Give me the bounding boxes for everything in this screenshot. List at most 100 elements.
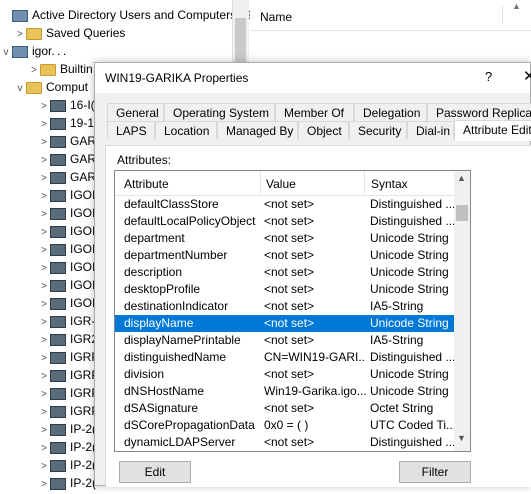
help-button[interactable]: ? xyxy=(485,69,492,84)
table-row[interactable]: displayName <not set> Unicode String xyxy=(115,315,455,332)
computer-icon xyxy=(50,369,66,382)
scroll-down-icon[interactable]: ▼ xyxy=(457,433,466,443)
cell-value: <not set> xyxy=(264,316,315,330)
tree-item[interactable]: v igor. . . xyxy=(0,42,67,62)
chevron-down-icon[interactable]: v xyxy=(0,44,12,62)
cell-attribute: displayNamePrintable xyxy=(124,333,241,347)
table-row[interactable]: displayNamePrintable <not set> IA5-String xyxy=(115,332,455,349)
tree-item[interactable]: >16-I( xyxy=(38,96,95,114)
tree-item-label: Builtin xyxy=(60,62,93,76)
tree-item[interactable]: >19-1 xyxy=(38,114,94,132)
tab-general[interactable]: General xyxy=(107,103,164,121)
attributes-list-scrollbar[interactable]: ▲ ▼ xyxy=(454,171,470,451)
tree-item[interactable]: > IGOI xyxy=(38,258,95,276)
column-header-attribute[interactable]: Attribute xyxy=(124,177,169,191)
tab-dial-in[interactable]: Dial-in xyxy=(407,121,454,139)
tree-item[interactable]: > GAR xyxy=(38,168,96,186)
table-row[interactable]: desktopProfile <not set> Unicode String xyxy=(115,281,455,298)
cell-attribute: division xyxy=(124,367,165,381)
tree-item[interactable]: > IGOI xyxy=(38,204,95,222)
scroll-up-icon[interactable]: ▲ xyxy=(457,173,466,183)
table-row[interactable]: dynamicLDAPServer <not set> Distinguished … xyxy=(115,434,455,451)
tree-item[interactable]: > IGOI xyxy=(38,222,95,240)
tree-item[interactable]: v Comput xyxy=(14,78,89,98)
tab-laps[interactable]: LAPS xyxy=(107,121,155,139)
computer-icon xyxy=(50,135,66,148)
tab-object[interactable]: Object xyxy=(298,121,349,139)
computer-icon xyxy=(50,261,66,274)
cell-value: <not set> xyxy=(264,214,315,228)
tree-item[interactable]: > Saved Queries xyxy=(14,24,125,42)
tree-item-label: GAR xyxy=(70,134,97,148)
table-row[interactable]: dSCorePropagationData 0x0 = ( ) UTC Coded … xyxy=(115,417,455,434)
table-row[interactable]: dNSHostName Win19-Garika.igo... Unicode St… xyxy=(115,383,455,400)
chevron-right-icon[interactable]: > xyxy=(38,476,50,494)
tab-location[interactable]: Location xyxy=(155,121,217,139)
close-button[interactable]: ✕ xyxy=(523,67,531,85)
tree-item[interactable]: > IGRP xyxy=(38,384,99,402)
table-row[interactable]: departmentNumber <not set> Unicode String xyxy=(115,247,455,264)
tree-item[interactable]: > Builtin xyxy=(28,60,93,78)
column-divider[interactable] xyxy=(502,6,503,24)
tree-item[interactable]: > IGRP xyxy=(38,366,99,384)
column-divider[interactable] xyxy=(260,171,261,195)
tree-item[interactable]: > IP-2( xyxy=(38,456,96,474)
tab-delegation[interactable]: Delegation xyxy=(354,103,427,121)
cell-value: <not set> xyxy=(264,248,315,262)
tree-item[interactable]: > IGR2 xyxy=(38,330,98,348)
tree-item[interactable]: > IGRP xyxy=(38,402,99,420)
column-divider[interactable] xyxy=(364,171,365,195)
computer-icon xyxy=(50,225,66,238)
tree-item[interactable]: > IP-2( xyxy=(38,438,96,456)
cell-value: <not set> xyxy=(264,265,315,279)
attributes-list[interactable]: Attribute Value Syntax defaultClassStore… xyxy=(114,170,471,452)
edit-button[interactable]: Edit xyxy=(119,461,191,483)
attributes-list-header: Attribute Value Syntax xyxy=(115,171,455,196)
table-row[interactable]: destinationIndicator <not set> IA5-String xyxy=(115,298,455,315)
tree-item[interactable]: > IP-2( xyxy=(38,474,96,492)
column-header-value[interactable]: Value xyxy=(266,177,296,191)
table-row[interactable]: defaultLocalPolicyObject <not set> Disting… xyxy=(115,213,455,230)
tab-attribute-editor[interactable]: Attribute Editor xyxy=(454,120,531,141)
tree-item[interactable]: > IGOI xyxy=(38,186,95,204)
chevron-down-icon[interactable]: v xyxy=(14,80,26,98)
tab-password-replication[interactable]: Password Replication xyxy=(427,103,531,121)
cell-attribute: displayName xyxy=(124,316,194,330)
table-row[interactable]: dSASignature <not set> Octet String xyxy=(115,400,455,417)
tree-item[interactable]: > IGR- xyxy=(38,312,95,330)
table-row[interactable]: division <not set> Unicode String xyxy=(115,366,455,383)
computer-icon xyxy=(50,99,66,112)
filter-button[interactable]: Filter xyxy=(399,461,471,483)
tab-operating-system[interactable]: Operating System xyxy=(164,103,275,121)
cell-attribute: dSASignature xyxy=(124,401,199,415)
cell-attribute: dNSHostName xyxy=(124,384,205,398)
table-row[interactable]: description <not set> Unicode String xyxy=(115,264,455,281)
dialog-title: WIN19-GARIKA Properties xyxy=(105,71,249,85)
tree-item[interactable]: > IGRP xyxy=(38,348,99,366)
column-header-syntax[interactable]: Syntax xyxy=(371,177,408,191)
tree-item[interactable]: > IGOI xyxy=(38,240,95,258)
tree-item[interactable]: > IGOI xyxy=(38,294,95,312)
computer-icon xyxy=(50,423,66,436)
cell-attribute: dSCorePropagationData xyxy=(124,418,255,432)
computer-icon xyxy=(50,387,66,400)
tree-item[interactable]: > GAR xyxy=(38,132,96,150)
tree-item-label: GAR xyxy=(70,170,97,184)
computer-icon xyxy=(50,459,66,472)
tree-item-label: IP-2( xyxy=(70,422,97,436)
column-header-name[interactable]: Name xyxy=(260,10,292,24)
tree-item[interactable]: > IGOI xyxy=(38,276,95,294)
table-row[interactable]: distinguishedName CN=WIN19-GARI... Disting… xyxy=(115,349,455,366)
table-row[interactable]: defaultClassStore <not set> Distinguished … xyxy=(115,196,455,213)
tab-security[interactable]: Security xyxy=(349,121,407,139)
tab-member-of[interactable]: Member Of xyxy=(275,103,354,121)
cell-attribute: defaultClassStore xyxy=(124,197,219,211)
attributes-list-scrollbar-thumb[interactable] xyxy=(456,205,468,221)
tree-item[interactable]: > IP-2( xyxy=(38,420,96,438)
table-row[interactable]: department <not set> Unicode String xyxy=(115,230,455,247)
tab-managed-by[interactable]: Managed By xyxy=(217,121,298,139)
tree-item[interactable]: > GAR xyxy=(38,150,96,168)
cell-syntax: Octet String xyxy=(370,401,434,415)
tree-item[interactable]: Active Directory Users and Computers [G xyxy=(0,6,252,24)
cell-syntax: IA5-String xyxy=(370,299,424,313)
